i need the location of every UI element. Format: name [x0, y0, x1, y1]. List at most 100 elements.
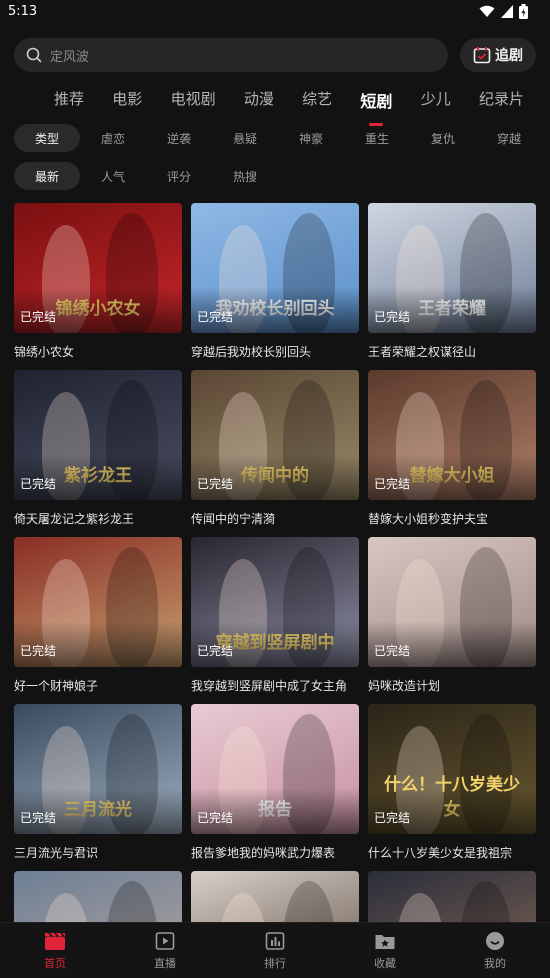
drama-poster[interactable]: 紫衫龙王已完结 [14, 370, 182, 500]
drama-title[interactable]: 锦绣小农女 [14, 343, 182, 360]
calendar-check-icon [473, 47, 491, 64]
drama-title[interactable]: 替嫁大小姐秒变护夫宝 [368, 510, 536, 527]
filter-type-option[interactable]: 悬疑 [212, 124, 278, 152]
completed-badge: 已完结 [374, 310, 411, 324]
tab-short-drama[interactable]: 短剧 [360, 86, 392, 118]
drama-title[interactable]: 好一个财神娘子 [14, 677, 182, 694]
signal-icon [501, 5, 513, 18]
drama-poster[interactable]: 三月流光已完结 [14, 704, 182, 834]
drama-title[interactable]: 我穿越到竖屏剧中成了女主角 [191, 677, 359, 694]
folder-star-icon [375, 934, 395, 949]
drama-poster[interactable]: 锦绣小农女已完结 [14, 203, 182, 333]
clapper-icon [45, 932, 65, 950]
nav-home[interactable]: 首页 [0, 923, 110, 978]
nav-profile[interactable]: 我的 [440, 923, 550, 978]
completed-badge: 已完结 [197, 644, 234, 658]
filter-type-all[interactable]: 类型 [14, 124, 80, 152]
completed-badge: 已完结 [374, 644, 411, 658]
type-filter-row: 类型 虐恋 逆袭 悬疑 神豪 重生 复仇 穿越 [14, 124, 542, 152]
drama-title[interactable]: 妈咪改造计划 [368, 677, 536, 694]
bottom-nav: 首页 直播 排行 收藏 我的 [0, 922, 550, 978]
drama-title[interactable]: 报告爹地我的妈咪武力爆表 [191, 844, 359, 861]
drama-poster[interactable]: 传闻中的已完结 [191, 370, 359, 500]
channel-tabs: 推荐 电影 电视剧 动漫 综艺 短剧 少儿 纪录片 [54, 86, 524, 118]
nav-live[interactable]: 直播 [110, 923, 220, 978]
filter-type-option[interactable]: 虐恋 [80, 124, 146, 152]
drama-card[interactable]: 报告已完结报告爹地我的妈咪武力爆表 [191, 704, 359, 861]
filter-type-option[interactable]: 穿越 [476, 124, 542, 152]
filter-type-option[interactable]: 重生 [344, 124, 410, 152]
status-bar: 5:13 [0, 0, 550, 26]
drama-poster[interactable]: 我劝校长别回头已完结 [191, 203, 359, 333]
drama-poster[interactable]: 报告已完结 [191, 704, 359, 834]
nav-profile-label: 我的 [484, 956, 506, 970]
drama-card[interactable]: 已完结好一个财神娘子 [14, 537, 182, 694]
drama-title[interactable]: 三月流光与君识 [14, 844, 182, 861]
drama-title[interactable]: 王者荣耀之权谋径山 [368, 343, 536, 360]
completed-badge: 已完结 [20, 811, 57, 825]
drama-poster[interactable]: 王者荣耀已完结 [368, 203, 536, 333]
completed-badge: 已完结 [197, 477, 234, 491]
ranking-icon [265, 931, 285, 950]
nav-ranking[interactable]: 排行 [220, 923, 330, 978]
tab-recommend[interactable]: 推荐 [54, 86, 84, 118]
drama-card[interactable]: 什么！十八岁美少女已完结什么十八岁美少女是我祖宗 [368, 704, 536, 861]
filter-type-option[interactable]: 复仇 [410, 124, 476, 152]
completed-badge: 已完结 [20, 644, 57, 658]
drama-poster[interactable]: 什么！十八岁美少女已完结 [368, 704, 536, 834]
nav-home-label: 首页 [44, 956, 66, 970]
drama-card[interactable]: 穿越到竖屏剧中已完结我穿越到竖屏剧中成了女主角 [191, 537, 359, 694]
wifi-icon [479, 5, 495, 17]
tab-variety[interactable]: 综艺 [302, 86, 332, 118]
smile-icon [486, 931, 504, 950]
drama-poster[interactable]: 穿越到竖屏剧中已完结 [191, 537, 359, 667]
drama-card[interactable]: 王者荣耀已完结王者荣耀之权谋径山 [368, 203, 536, 360]
sort-popular[interactable]: 人气 [80, 162, 146, 190]
drama-title[interactable]: 什么十八岁美少女是我祖宗 [368, 844, 536, 861]
completed-badge: 已完结 [20, 477, 57, 491]
status-time: 5:13 [8, 4, 38, 19]
follow-drama-button[interactable]: 追剧 [460, 38, 536, 72]
drama-card[interactable]: 替嫁大小姐已完结替嫁大小姐秒变护夫宝 [368, 370, 536, 527]
sort-filter-row: 最新 人气 评分 热搜 [14, 162, 278, 190]
search-placeholder: 定风波 [50, 49, 90, 65]
drama-card[interactable]: 三月流光已完结三月流光与君识 [14, 704, 182, 861]
tab-anime[interactable]: 动漫 [244, 86, 274, 118]
sort-trending[interactable]: 热搜 [212, 162, 278, 190]
filter-type-option[interactable]: 逆袭 [146, 124, 212, 152]
filter-type-option[interactable]: 神豪 [278, 124, 344, 152]
search-input[interactable]: 定风波 [14, 38, 448, 72]
nav-ranking-label: 排行 [264, 956, 286, 970]
completed-badge: 已完结 [374, 811, 411, 825]
drama-card[interactable]: 传闻中的已完结传闻中的宁清漪 [191, 370, 359, 527]
drama-title[interactable]: 穿越后我劝校长别回头 [191, 343, 359, 360]
follow-drama-label: 追剧 [495, 48, 523, 64]
drama-card[interactable]: 已完结妈咪改造计划 [368, 537, 536, 694]
drama-poster[interactable]: 已完结 [368, 537, 536, 667]
tab-kids[interactable]: 少儿 [421, 86, 451, 118]
status-icons [479, 4, 528, 19]
nav-favorites-label: 收藏 [374, 956, 396, 970]
search-icon [26, 47, 42, 63]
battery-icon [519, 4, 528, 19]
completed-badge: 已完结 [197, 310, 234, 324]
completed-badge: 已完结 [374, 477, 411, 491]
drama-title[interactable]: 传闻中的宁清漪 [191, 510, 359, 527]
play-icon [155, 931, 175, 950]
drama-poster[interactable]: 替嫁大小姐已完结 [368, 370, 536, 500]
sort-latest[interactable]: 最新 [14, 162, 80, 190]
nav-favorites[interactable]: 收藏 [330, 923, 440, 978]
search-row: 定风波 追剧 [14, 38, 536, 72]
drama-title[interactable]: 倚天屠龙记之紫衫龙王 [14, 510, 182, 527]
drama-poster[interactable]: 已完结 [14, 537, 182, 667]
completed-badge: 已完结 [20, 310, 57, 324]
tab-tv-series[interactable]: 电视剧 [171, 86, 216, 118]
tab-movie[interactable]: 电影 [112, 86, 142, 118]
drama-card[interactable]: 紫衫龙王已完结倚天屠龙记之紫衫龙王 [14, 370, 182, 527]
completed-badge: 已完结 [197, 811, 234, 825]
sort-rating[interactable]: 评分 [146, 162, 212, 190]
drama-card[interactable]: 锦绣小农女已完结锦绣小农女 [14, 203, 182, 360]
tab-documentary[interactable]: 纪录片 [479, 86, 524, 118]
nav-live-label: 直播 [154, 956, 176, 970]
drama-card[interactable]: 我劝校长别回头已完结穿越后我劝校长别回头 [191, 203, 359, 360]
